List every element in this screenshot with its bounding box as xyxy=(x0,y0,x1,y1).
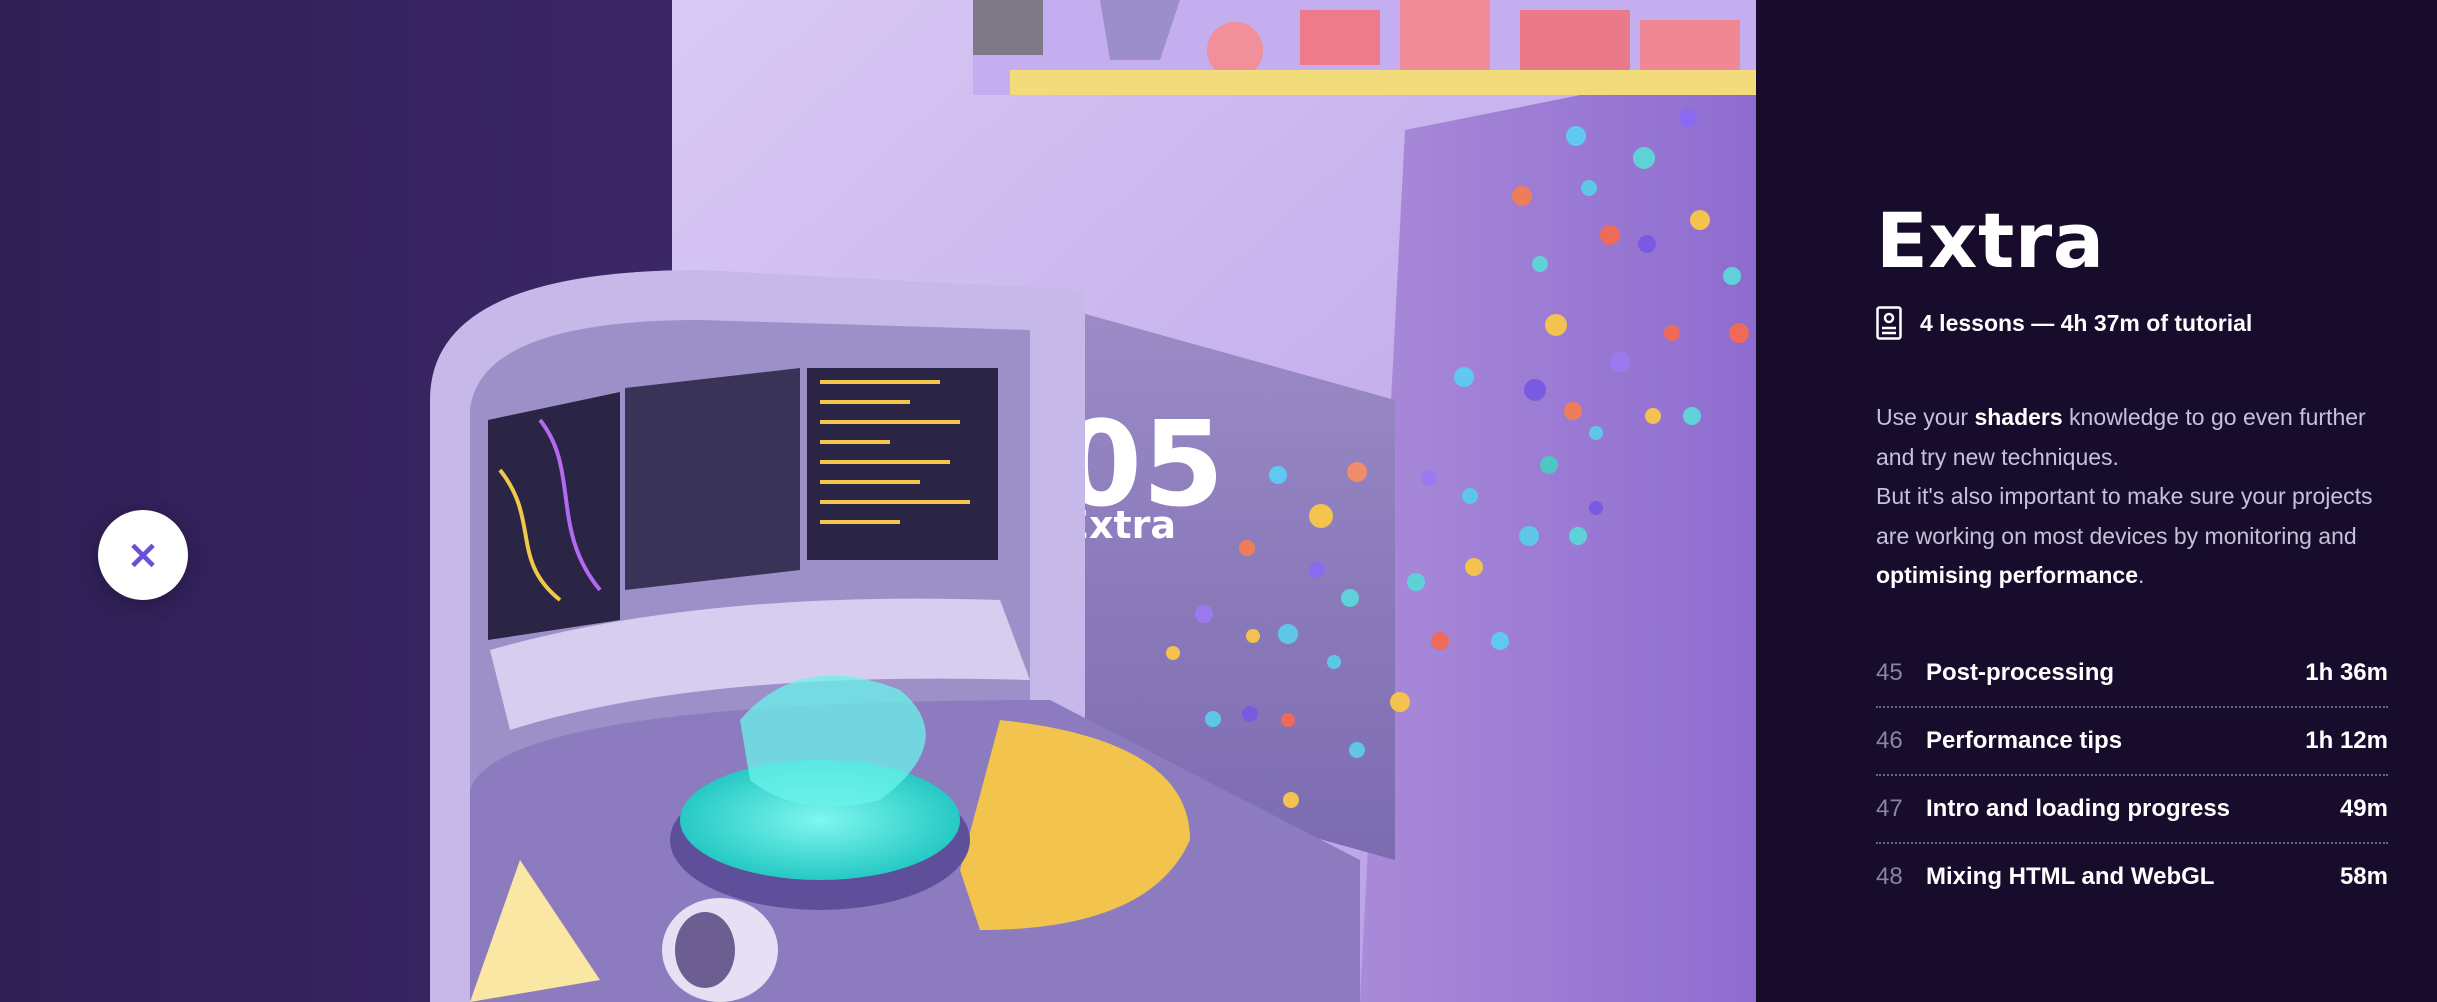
description-paragraph-1: Use your shaders knowledge to go even fu… xyxy=(1876,398,2396,477)
lesson-title: Performance tips xyxy=(1926,727,2123,754)
lesson-number: 45 xyxy=(1876,659,1903,686)
room-illustration: 05 Extra xyxy=(430,0,1756,1002)
lesson-item[interactable]: 46 Performance tips 1h 12m xyxy=(1876,708,2388,776)
lesson-item[interactable]: 45 Post-processing 1h 36m xyxy=(1876,640,2388,708)
document-icon xyxy=(1876,306,1902,340)
description-text: . xyxy=(2137,562,2145,588)
close-button[interactable]: × xyxy=(98,510,188,600)
close-icon: × xyxy=(126,532,160,578)
lesson-duration: 58m xyxy=(2339,863,2388,890)
lesson-number: 46 xyxy=(1876,727,1903,754)
description-highlight: optimising performance xyxy=(1876,562,2138,588)
chapter-illustration: 05 Extra xyxy=(0,0,1756,1002)
description-text: Use your xyxy=(1876,404,1975,430)
lesson-list: 45 Post-processing 1h 36m 46 Performance… xyxy=(1876,640,2388,910)
lesson-duration: 49m xyxy=(2339,795,2388,822)
lesson-title: Mixing HTML and WebGL xyxy=(1926,863,2215,890)
lesson-title: Post-processing xyxy=(1926,659,2115,686)
lessons-summary: 4 lessons — 4h 37m of tutorial xyxy=(1920,309,2253,336)
lesson-title: Intro and loading progress xyxy=(1926,795,2231,822)
lesson-duration: 1h 12m xyxy=(2305,727,2388,754)
description-text: But it's also important to make sure you… xyxy=(1876,483,2373,549)
chapter-meta: 4 lessons — 4h 37m of tutorial xyxy=(1876,306,2252,340)
lesson-number: 47 xyxy=(1876,795,1903,822)
lesson-duration: 1h 36m xyxy=(2305,659,2388,686)
description-paragraph-2: But it's also important to make sure you… xyxy=(1876,477,2396,596)
chapter-info-panel: Extra 4 lessons — 4h 37m of tutorial Use… xyxy=(1756,0,2437,1002)
lesson-number: 48 xyxy=(1876,863,1903,890)
chapter-description: Use your shaders knowledge to go even fu… xyxy=(1876,398,2396,596)
chapter-title: Extra xyxy=(1876,196,2105,285)
description-highlight: shaders xyxy=(1974,404,2063,430)
lesson-item[interactable]: 48 Mixing HTML and WebGL 58m xyxy=(1876,844,2388,910)
lesson-item[interactable]: 47 Intro and loading progress 49m xyxy=(1876,776,2388,844)
